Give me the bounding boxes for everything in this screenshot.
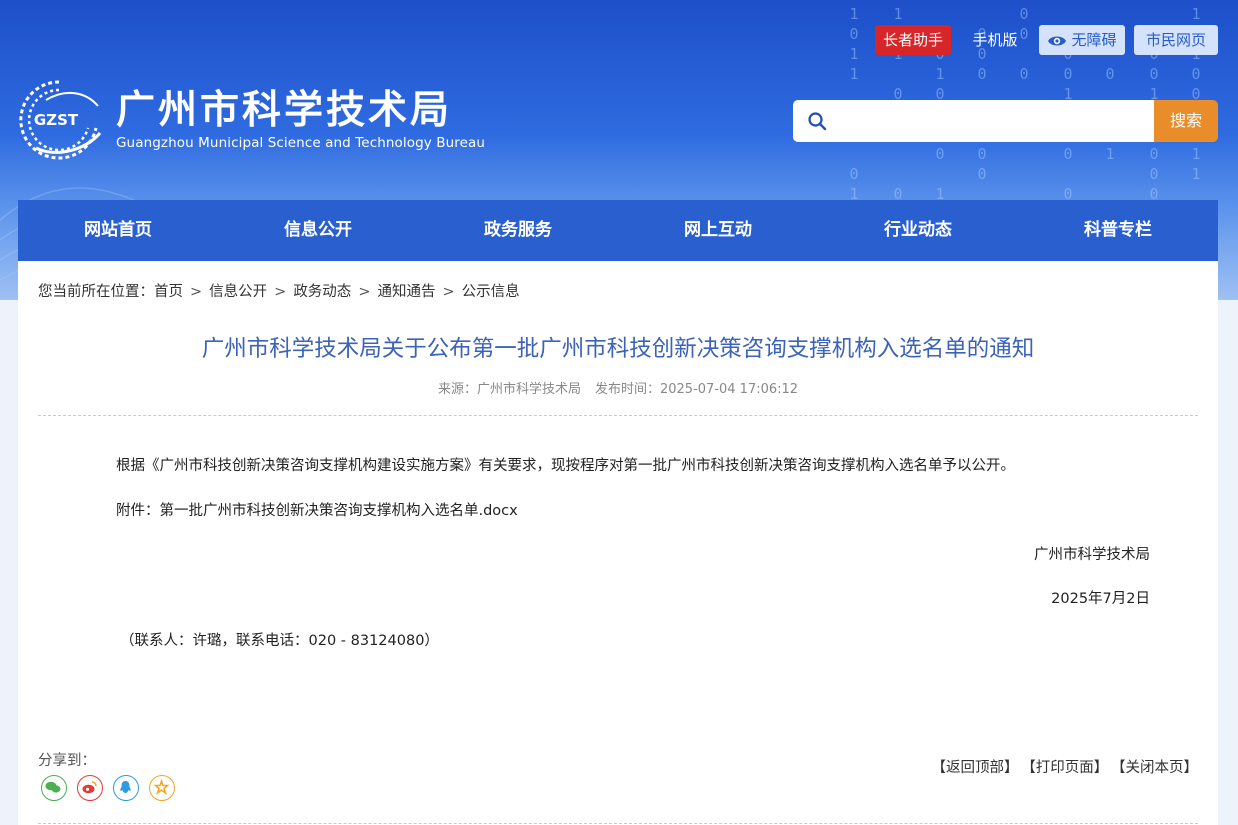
eye-icon <box>1048 36 1067 45</box>
content-panel: 您当前所在位置：首页 > 信息公开 > 政务动态 > 通知通告 > 公示信息 广州市科学技术局关… <box>18 261 1218 825</box>
article-meta: 来源：广州市科学技术局 发布时间：2025-07-04 17:06:12 <box>18 381 1218 399</box>
qq-icon[interactable] <box>113 775 139 801</box>
accessibility-button[interactable]: 无障碍 <box>1039 25 1125 55</box>
nav-item-online-interaction[interactable]: 网上互动 <box>618 200 818 261</box>
back-to-top-link[interactable]: 【返回顶部】 <box>932 760 1019 776</box>
share-label: 分享到： <box>38 753 96 769</box>
time-value: 2025-07-04 17:06:12 <box>659 382 799 397</box>
time-label: 发布时间： <box>594 382 660 397</box>
nav-item-gov-services[interactable]: 政务服务 <box>418 200 618 261</box>
title-divider <box>38 415 1198 416</box>
footer-links: 【返回顶部】 【打印页面】 【关闭本页】 <box>922 758 1199 778</box>
search-button[interactable]: 搜索 <box>1154 100 1218 142</box>
logo-text: GZST <box>34 111 79 129</box>
qzone-icon[interactable] <box>149 775 175 801</box>
nav-item-info-disclosure[interactable]: 信息公开 <box>218 200 418 261</box>
signature-date: 2025年7月2日 <box>1051 591 1150 607</box>
weibo-icon[interactable] <box>77 775 103 801</box>
top-links: 长者助手 手机版 无障碍 市民网页 <box>875 25 1218 55</box>
breadcrumb-separator: > <box>442 284 455 300</box>
attachment-line: 附件：第一批广州市科技创新决策咨询支撑机构入选名单.docx <box>116 501 518 521</box>
breadcrumb-item-notices[interactable]: 通知通告 <box>377 284 435 300</box>
search-input[interactable] <box>837 106 1141 138</box>
accessibility-label: 无障碍 <box>1071 31 1117 49</box>
attachment-link[interactable]: 第一批广州市科技创新决策咨询支撑机构入选名单.docx <box>160 503 518 519</box>
site-title: 广州市科学技术局 <box>116 88 453 133</box>
source-label: 来源： <box>437 382 477 397</box>
search-box <box>793 100 1155 142</box>
breadcrumb-separator: > <box>274 284 287 300</box>
breadcrumb-prefix: 您当前所在位置： <box>38 284 154 300</box>
nav-item-science-column[interactable]: 科普专栏 <box>1018 200 1218 261</box>
close-page-link[interactable]: 【关闭本页】 <box>1118 760 1198 776</box>
nav-item-industry-news[interactable]: 行业动态 <box>818 200 1018 261</box>
breadcrumb-item-gov-news[interactable]: 政务动态 <box>293 284 351 300</box>
article-title: 广州市科学技术局关于公布第一批广州市科技创新决策咨询支撑机构入选名单的通知 <box>201 336 1035 362</box>
article-body: 根据《广州市科技创新决策咨询支撑机构建设实施方案》有关要求，现按程序对第一批广州… <box>116 458 1015 474</box>
mobile-version-link[interactable]: 手机版 <box>965 25 1025 55</box>
signature: 广州市科学技术局 <box>1034 547 1150 563</box>
print-page-link[interactable]: 【打印页面】 <box>1029 760 1109 776</box>
breadcrumb-item-home[interactable]: 首页 <box>154 284 183 300</box>
gzst-logo: GZST <box>19 80 102 160</box>
main-nav: 网站首页 信息公开 政务服务 网上互动 行业动态 科普专栏 <box>18 200 1218 261</box>
attachment-label: 附件： <box>116 503 160 519</box>
elder-assistant-button[interactable]: 长者助手 <box>875 25 951 55</box>
site-subtitle: Guangzhou Municipal Science and Technolo… <box>116 135 486 151</box>
wechat-icon[interactable] <box>41 775 67 801</box>
breadcrumb-item-info-disclosure[interactable]: 信息公开 <box>209 284 267 300</box>
source-value: 广州市科学技术局 <box>476 382 581 397</box>
bottom-divider <box>38 823 1198 824</box>
search-icon <box>808 112 827 131</box>
breadcrumb-item-public-info[interactable]: 公示信息 <box>462 284 520 300</box>
breadcrumb-separator: > <box>190 284 203 300</box>
citizen-page-link[interactable]: 市民网页 <box>1134 25 1218 55</box>
nav-item-home[interactable]: 网站首页 <box>18 200 218 261</box>
breadcrumb-separator: > <box>358 284 371 300</box>
contact-info: （联系人：许璐，联系电话：020 - 83124080） <box>120 633 439 649</box>
breadcrumb: 您当前所在位置：首页 > 信息公开 > 政务动态 > 通知通告 > 公示信息 <box>38 282 520 302</box>
